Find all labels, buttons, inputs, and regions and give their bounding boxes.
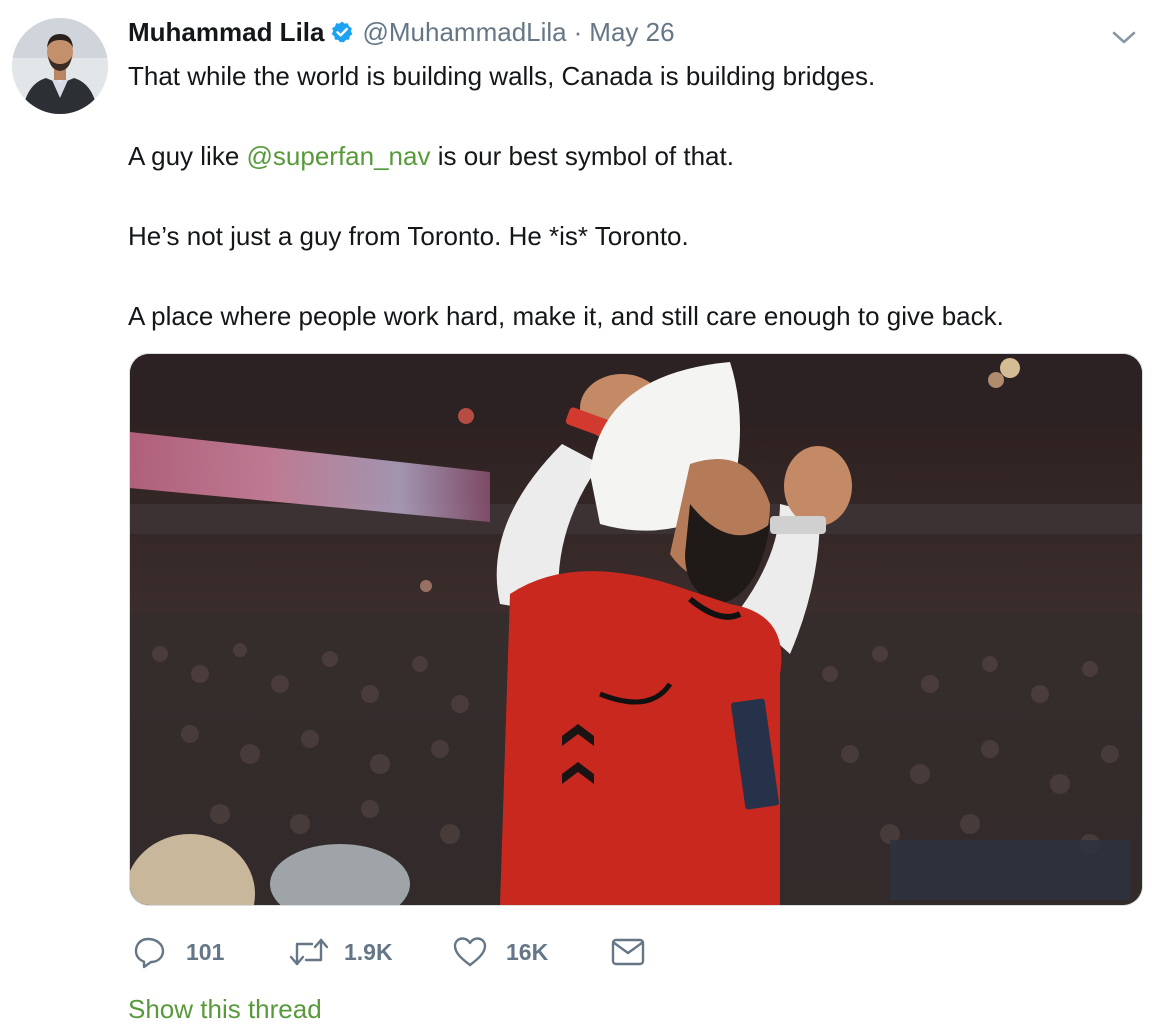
speech-bubble-icon <box>134 937 165 969</box>
envelope-icon <box>611 938 645 966</box>
retweet-button[interactable]: 1.9K <box>288 930 393 974</box>
tweet-text: That while the world is building walls, … <box>128 56 1128 336</box>
tweet[interactable]: Muhammad Lila @MuhammadLila · May 26 Tha… <box>0 0 1152 1032</box>
heart-icon <box>453 937 487 967</box>
reply-count: 101 <box>186 938 225 965</box>
tweet-text-line: He’s not just a guy from Toronto. He *is… <box>128 221 689 251</box>
header-separator: · <box>573 16 583 47</box>
tweet-text-line: That while the world is building walls, … <box>128 61 876 91</box>
tweet-text-line: A place where people work hard, make it,… <box>128 301 1004 331</box>
photo-fan-cheering <box>130 354 1142 905</box>
tweet-timestamp[interactable]: May 26 <box>589 17 674 48</box>
tweet-text-fragment: is our best symbol of that. <box>430 141 734 171</box>
reply-button[interactable]: 101 <box>132 930 224 974</box>
tweet-text-fragment: A guy like <box>128 141 247 171</box>
author-handle[interactable]: @MuhammadLila <box>362 17 566 48</box>
tweet-menu-button[interactable] <box>1108 26 1140 50</box>
tweet-actions: 101 1.9K 16K <box>132 930 732 974</box>
tweet-header: Muhammad Lila @MuhammadLila · May 26 <box>128 14 675 50</box>
tweet-media-photo[interactable] <box>129 353 1143 906</box>
verified-badge-icon <box>330 20 354 44</box>
direct-message-button[interactable] <box>610 930 646 974</box>
mention-link[interactable]: @superfan_nav <box>247 141 431 171</box>
tweet-text-line: A guy like @superfan_nav is our best sym… <box>128 136 1128 176</box>
avatar[interactable] <box>12 18 108 114</box>
show-thread-link[interactable]: Show this thread <box>128 994 322 1025</box>
like-count: 16K <box>506 938 549 965</box>
like-button[interactable]: 16K <box>452 930 548 974</box>
avatar-image <box>12 18 108 114</box>
chevron-down-icon <box>1112 31 1136 44</box>
retweet-arrows-icon <box>289 938 329 966</box>
author-display-name[interactable]: Muhammad Lila <box>128 17 324 48</box>
retweet-count: 1.9K <box>344 938 393 965</box>
